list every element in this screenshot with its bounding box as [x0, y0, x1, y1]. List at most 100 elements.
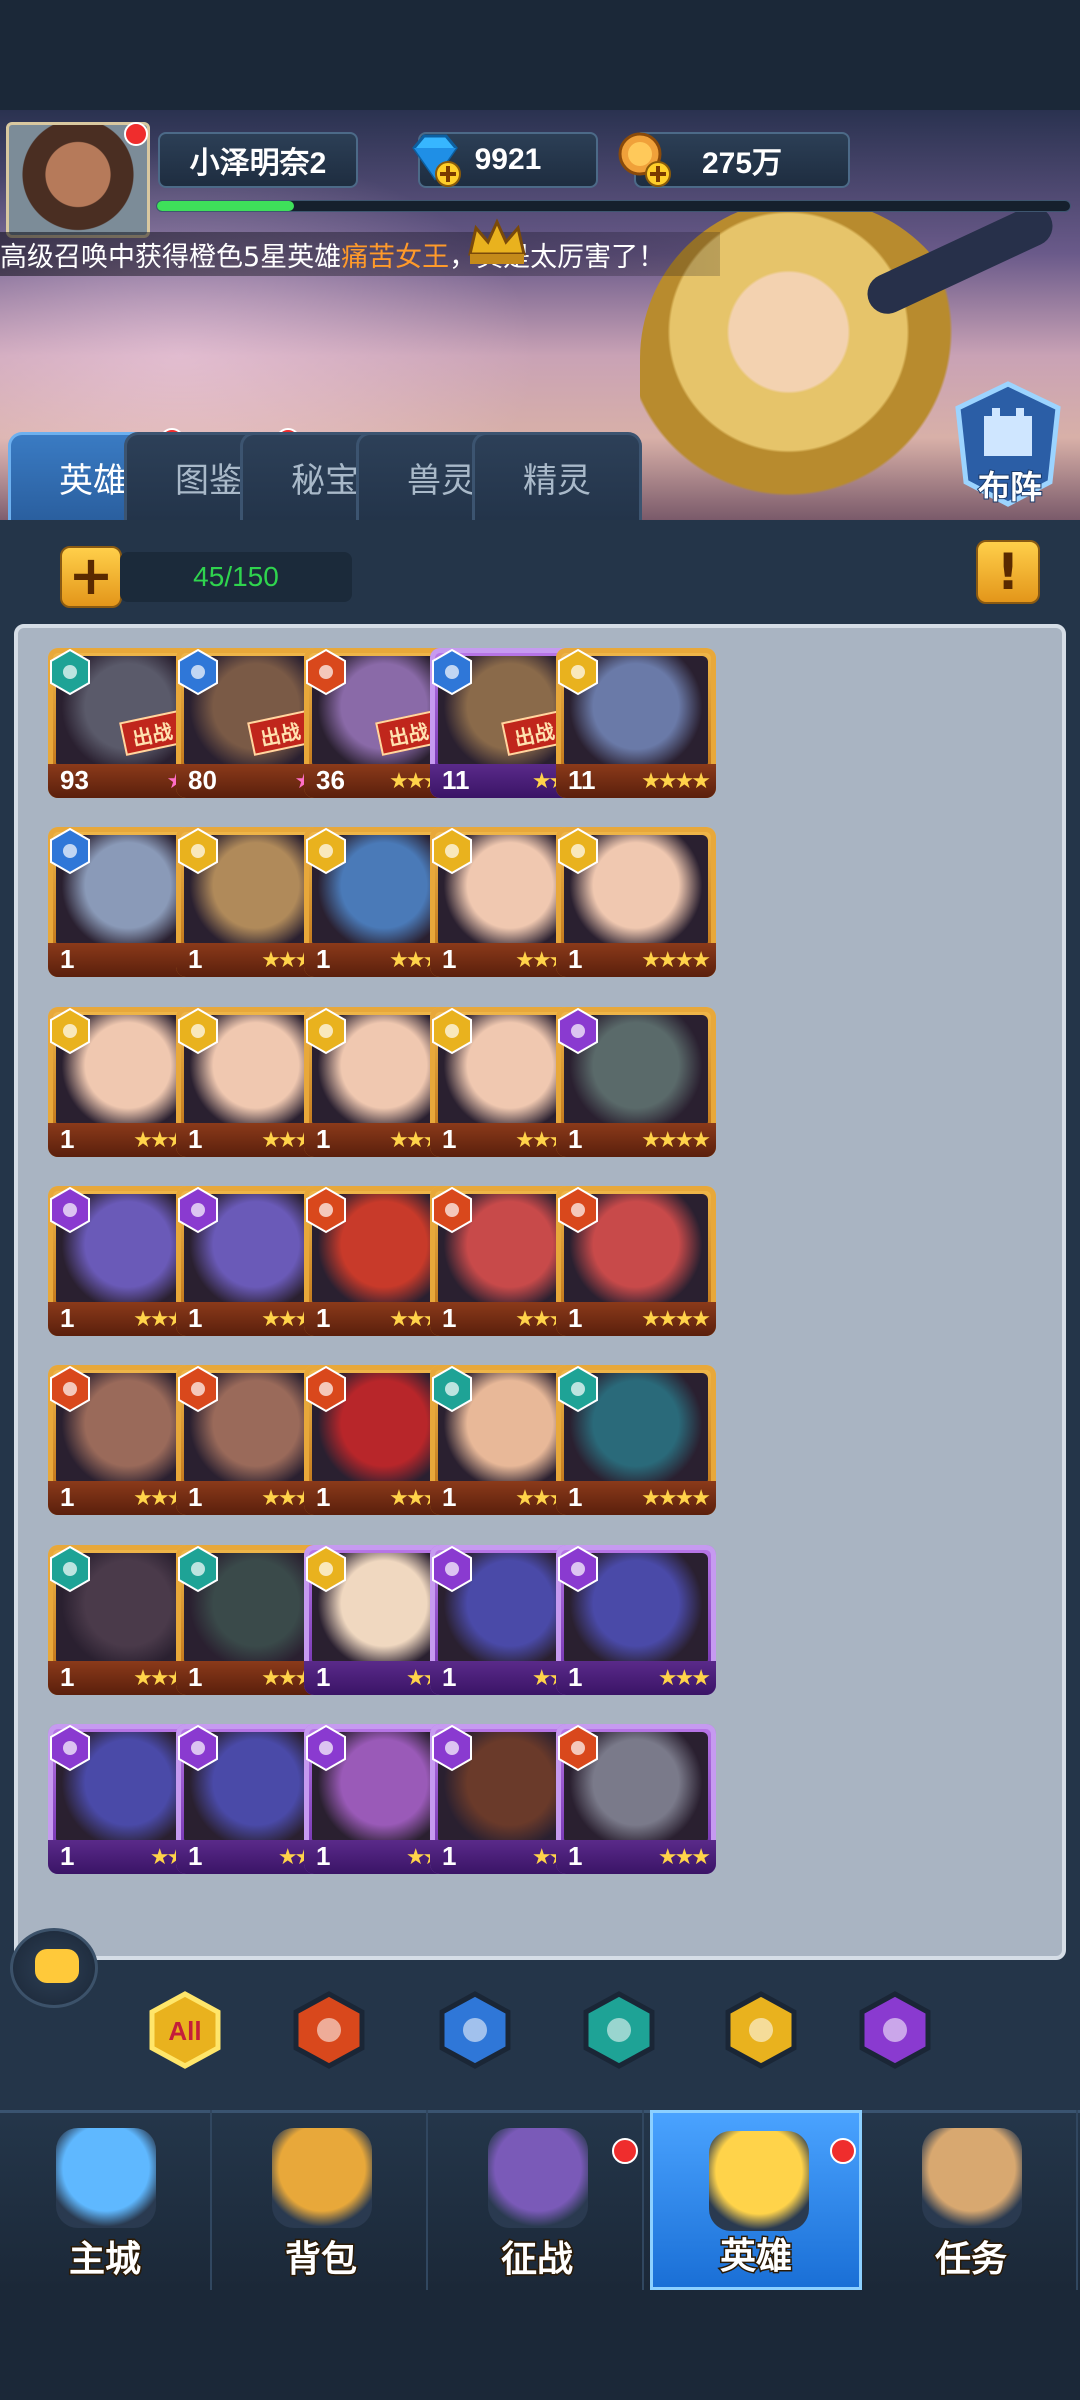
hero-level: 1: [188, 1482, 203, 1513]
hero-count: 45/150: [120, 552, 352, 602]
nav-4[interactable]: 任务: [866, 2110, 1078, 2290]
info-button[interactable]: !: [976, 540, 1040, 604]
chat-button[interactable]: [10, 1928, 98, 2008]
hero-level: 1: [442, 1661, 457, 1692]
hero-level: 1: [188, 944, 203, 975]
dark-faction-icon: [432, 1545, 472, 1592]
filter-light-button[interactable]: [722, 1990, 800, 2070]
filter-fire-button[interactable]: [290, 1990, 368, 2070]
dark-faction-icon: [432, 1725, 472, 1772]
filter-death-button[interactable]: [580, 1990, 658, 2070]
nav-0[interactable]: 主城: [0, 2110, 212, 2290]
light-faction-icon: [178, 1007, 218, 1054]
hero-level: 1: [60, 944, 75, 975]
dark-faction-icon: [50, 1725, 90, 1772]
water-faction-icon: [178, 648, 218, 696]
hero-level: 1: [568, 1123, 583, 1154]
star-icons: ★★★: [657, 1845, 711, 1871]
gold-coin-plus-icon[interactable]: [614, 128, 676, 190]
tab-label: 图鉴: [175, 462, 243, 500]
nav-icon: [272, 2128, 372, 2228]
nav-icon: [922, 2128, 1022, 2228]
formation-button-label[interactable]: 布阵: [950, 462, 1070, 508]
fire-faction-icon: [306, 1186, 346, 1234]
announcement-marquee: 高级召唤中获得橙色5星英雄 痛苦女王 ，真是太厉害了！: [0, 232, 720, 276]
hero-card[interactable]: 1 ★★★★: [556, 1006, 716, 1157]
nav-label: 征战: [499, 2237, 574, 2281]
nav-2[interactable]: 征战: [432, 2110, 644, 2290]
hero-card[interactable]: 11 ★★★★: [556, 648, 716, 798]
light-faction-icon: [50, 1007, 90, 1054]
filter-dark-button[interactable]: [856, 1990, 934, 2070]
hero-level: 1: [188, 1123, 203, 1154]
hero-level: 11: [568, 765, 596, 795]
hero-level: 1: [568, 1482, 583, 1513]
death-faction-icon: [50, 1545, 90, 1592]
filter-water-button[interactable]: [436, 1990, 514, 2070]
nav-notification-dot: [612, 2138, 638, 2164]
light-faction-icon: [558, 828, 598, 875]
expand-slots-button[interactable]: +: [60, 546, 122, 608]
fire-faction-icon: [306, 1366, 346, 1413]
star-icons: ★★★★: [641, 1307, 711, 1333]
hero-level: 1: [316, 944, 331, 975]
dark-faction-icon: [178, 1186, 218, 1234]
marquee-prefix: 高级召唤中获得橙色5星英雄: [0, 241, 342, 273]
hero-card[interactable]: 1 ★★★: [556, 1724, 716, 1875]
star-icons: ★★★★: [641, 948, 711, 974]
light-faction-icon: [432, 828, 472, 875]
tab-label: 英雄: [59, 462, 127, 500]
hero-level: 1: [568, 944, 583, 975]
filter-all-button[interactable]: All: [146, 1990, 224, 2070]
hero-level: 1: [60, 1661, 75, 1692]
hero-level: 1: [442, 1482, 457, 1513]
light-faction-icon: [306, 1545, 346, 1592]
hero-level: 1: [568, 1303, 583, 1334]
hero-level: 1: [60, 1841, 75, 1872]
water-faction-icon: [50, 828, 90, 875]
dark-faction-icon: [558, 1545, 598, 1592]
hero-level: 1: [188, 1303, 203, 1334]
light-faction-icon: [306, 828, 346, 875]
hero-level: 1: [442, 1123, 457, 1154]
hero-level: 1: [60, 1123, 75, 1154]
fire-faction-icon: [558, 1186, 598, 1234]
player-name: 小泽明奈2: [158, 132, 358, 188]
star-icons: ★★★★: [641, 769, 711, 794]
hero-card[interactable]: 1 ★★★★: [556, 1186, 716, 1337]
hero-level: 1: [316, 1841, 331, 1872]
hero-level: 1: [442, 1303, 457, 1334]
nav-notification-dot: [830, 2138, 856, 2164]
nav-label: 英雄: [718, 2234, 793, 2278]
hero-level: 1: [188, 1661, 203, 1692]
death-faction-icon: [432, 1366, 472, 1413]
hero-card[interactable]: 1 ★★★★: [556, 827, 716, 978]
hero-level: 1: [316, 1482, 331, 1513]
fire-faction-icon: [178, 1366, 218, 1413]
hero-card[interactable]: 1 ★★★★: [556, 1365, 716, 1516]
light-faction-icon: [558, 648, 598, 696]
hero-level: 1: [442, 1841, 457, 1872]
nav-icon: [56, 2128, 156, 2228]
diamond-plus-icon[interactable]: [404, 128, 466, 190]
hero-level: 1: [188, 1841, 203, 1872]
nav-1[interactable]: 背包: [216, 2110, 428, 2290]
nav-icon: [709, 2131, 809, 2231]
dark-faction-icon: [178, 1725, 218, 1772]
hero-level: 1: [316, 1661, 331, 1692]
hero-grid: 93★★出战80★★出战36★★★★出战11★★★出战11★★★★1★1★★★★…: [14, 624, 1066, 1960]
tab-4[interactable]: 精灵: [472, 432, 642, 520]
death-faction-icon: [50, 648, 90, 696]
hero-card[interactable]: 1 ★★★: [556, 1544, 716, 1695]
fire-faction-icon: [306, 648, 346, 696]
hero-level: 93: [60, 765, 89, 795]
star-icons: ★★★★: [641, 1127, 711, 1153]
avatar-notification-dot: [124, 122, 148, 146]
nav-label: 任务: [933, 2237, 1008, 2281]
hero-level: 1: [60, 1303, 75, 1334]
crown-icon: [468, 218, 526, 264]
nav-3[interactable]: 英雄: [650, 2110, 862, 2290]
death-faction-icon: [558, 1366, 598, 1413]
star-icons: ★★★: [657, 1665, 711, 1691]
bottom-safe-area: [0, 2290, 1080, 2400]
